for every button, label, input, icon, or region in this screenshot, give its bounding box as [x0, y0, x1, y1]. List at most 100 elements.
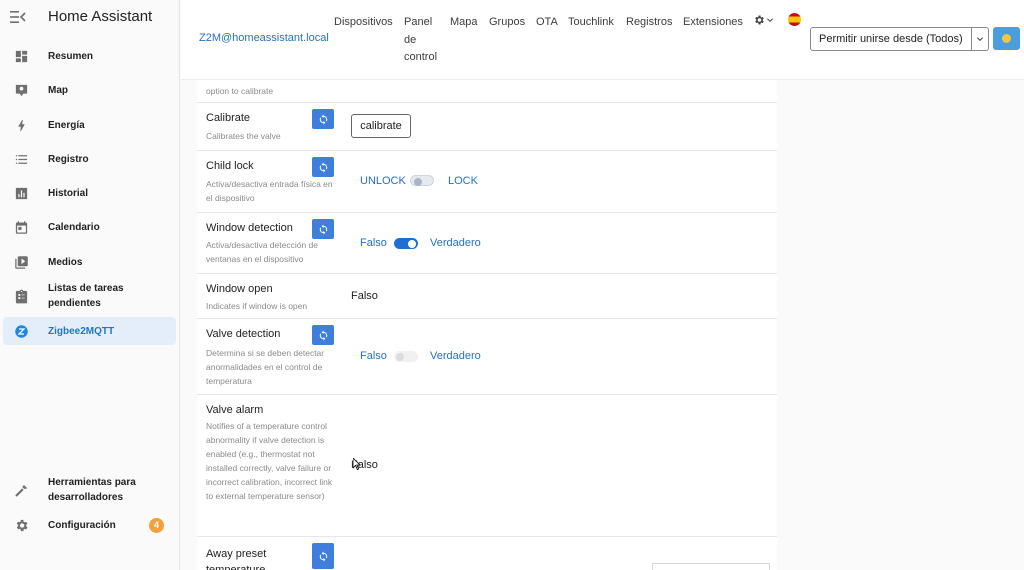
nav-panel-de-control[interactable]: Panel de control — [404, 14, 442, 67]
row-title: Valve alarm — [206, 404, 264, 416]
nav-touchlink[interactable]: Touchlink — [568, 14, 614, 32]
row-description: Indicates if window is open — [206, 301, 308, 311]
window-detection-toggle[interactable] — [394, 238, 418, 249]
settings-row-valve-detection: Valve detection Determina si se deben de… — [197, 319, 777, 395]
row-description: Activa/desactiva entrada física en el di… — [206, 179, 333, 203]
lightning-icon — [7, 118, 35, 133]
nav-extensiones[interactable]: Extensiones — [683, 14, 743, 32]
menu-collapse-icon[interactable] — [10, 10, 26, 24]
sidebar-item-map[interactable]: Map — [3, 76, 176, 104]
refresh-button[interactable] — [312, 109, 334, 129]
permit-join-dropdown[interactable] — [971, 27, 989, 51]
nav-grupos[interactable]: Grupos — [489, 14, 525, 32]
media-icon — [7, 255, 35, 270]
settings-row-child-lock: Child lock Activa/desactiva entrada físi… — [197, 151, 777, 213]
away-preset-input[interactable] — [652, 563, 770, 570]
row-description: option to calibrate — [206, 86, 274, 96]
sidebar-item-zigbee2mqtt[interactable]: Zigbee2MQTT — [3, 317, 176, 345]
toggle-on-label: Verdadero — [430, 350, 481, 362]
mouse-cursor-icon — [353, 458, 361, 470]
top-navbar: Z2M@homeassistant.local Dispositivos Pan… — [181, 0, 1024, 80]
row-title: Window open — [206, 283, 273, 295]
clipboard-icon — [7, 289, 35, 304]
sidebar-item-label: Resumen — [48, 50, 94, 62]
device-settings-panel: option to calibrate Calibrate Calibrates… — [197, 80, 777, 570]
sidebar-item-listas-tareas[interactable]: Listas de tareas pendientes — [3, 282, 176, 310]
permit-join-select[interactable]: Permitir unirse desde (Todos) — [810, 27, 972, 51]
sidebar-item-medios[interactable]: Medios — [3, 248, 176, 276]
sidebar-item-label: Zigbee2MQTT — [48, 325, 115, 337]
sidebar: Home Assistant Resumen Map Energía Regis… — [0, 0, 180, 570]
gear-icon — [7, 518, 35, 533]
sidebar-item-label: Listas de tareas pendientes — [48, 283, 124, 309]
sidebar-item-label: Medios — [48, 256, 83, 268]
settings-row-window-open: Window open Indicates if window is open … — [197, 274, 777, 319]
sidebar-item-energia[interactable]: Energía — [3, 111, 176, 139]
sidebar-item-label: Energía — [48, 119, 85, 131]
row-title: Valve detection — [206, 328, 281, 340]
refresh-icon — [319, 223, 327, 235]
refresh-button[interactable] — [312, 219, 334, 239]
row-title: Away preset temperature — [206, 548, 267, 570]
row-description: Calibrates the valve — [206, 131, 281, 141]
refresh-icon — [319, 113, 327, 125]
chevron-down-icon — [976, 37, 984, 42]
settings-row-partial: option to calibrate — [197, 80, 777, 103]
toggle-on-label: LOCK — [448, 175, 478, 187]
toggle-off-label: UNLOCK — [360, 175, 406, 187]
row-title: Window detection — [206, 222, 293, 234]
notification-badge: 4 — [149, 517, 164, 533]
nav-mapa[interactable]: Mapa — [450, 14, 478, 32]
refresh-icon — [319, 161, 327, 173]
toggle-off-label: Falso — [360, 350, 387, 362]
sidebar-header: Home Assistant — [0, 0, 179, 33]
permit-join-button[interactable] — [993, 27, 1020, 50]
refresh-icon — [319, 329, 327, 341]
refresh-icon — [319, 550, 327, 562]
sidebar-item-label: Registro — [48, 153, 89, 165]
language-flag-icon[interactable] — [788, 13, 801, 26]
chart-icon — [7, 186, 35, 201]
chevron-down-icon — [766, 18, 774, 23]
gear-icon — [755, 15, 764, 25]
nav-dispositivos[interactable]: Dispositivos — [334, 14, 393, 32]
refresh-button[interactable] — [312, 157, 334, 177]
map-icon — [7, 83, 35, 98]
row-description: Notifies of a temperature control abnorm… — [206, 421, 333, 501]
sidebar-item-label: Historial — [48, 187, 89, 199]
settings-row-calibrate: Calibrate Calibrates the valve calibrate — [197, 103, 777, 151]
refresh-button[interactable] — [312, 543, 334, 569]
settings-row-valve-alarm: Valve alarm Notifies of a temperature co… — [197, 395, 777, 537]
refresh-button[interactable] — [312, 325, 334, 345]
dashboard-icon — [7, 49, 35, 64]
calibrate-button[interactable]: calibrate — [351, 114, 411, 138]
settings-menu[interactable] — [753, 14, 774, 26]
sidebar-item-dev-tools[interactable]: Herramientas para desarrolladores — [3, 472, 176, 508]
zigbee-join-icon — [1002, 34, 1011, 43]
child-lock-toggle[interactable] — [410, 175, 434, 186]
app-title: Home Assistant — [48, 8, 153, 25]
hammer-icon — [7, 483, 35, 498]
row-title: Calibrate — [206, 112, 251, 124]
z2m-instance-link[interactable]: Z2M@homeassistant.local — [199, 32, 329, 44]
calendar-icon — [7, 220, 35, 235]
nav-ota[interactable]: OTA — [536, 14, 558, 32]
zigbee-icon — [7, 324, 35, 339]
sidebar-item-label: Herramientas para desarrolladores — [48, 477, 136, 503]
sidebar-item-registro[interactable]: Registro — [3, 145, 176, 173]
sidebar-item-resumen[interactable]: Resumen — [3, 42, 176, 70]
sidebar-item-label: Calendario — [48, 221, 100, 233]
row-description: Activa/desactiva detección de ventanas e… — [206, 240, 318, 264]
toggle-off-label: Falso — [360, 237, 387, 249]
row-description: Determina si se deben detectar anormalid… — [206, 348, 325, 386]
sidebar-item-historial[interactable]: Historial — [3, 179, 176, 207]
window-open-value: Falso — [351, 290, 378, 302]
sidebar-item-configuracion[interactable]: Configuración 4 — [3, 511, 176, 539]
nav-registros[interactable]: Registros — [626, 14, 672, 32]
valve-detection-toggle[interactable] — [394, 351, 418, 362]
toggle-on-label: Verdadero — [430, 237, 481, 249]
sidebar-item-calendario[interactable]: Calendario — [3, 213, 176, 241]
row-title: Child lock — [206, 160, 254, 172]
sidebar-item-label: Map — [48, 84, 68, 96]
settings-row-window-detection: Window detection Activa/desactiva detecc… — [197, 213, 777, 274]
